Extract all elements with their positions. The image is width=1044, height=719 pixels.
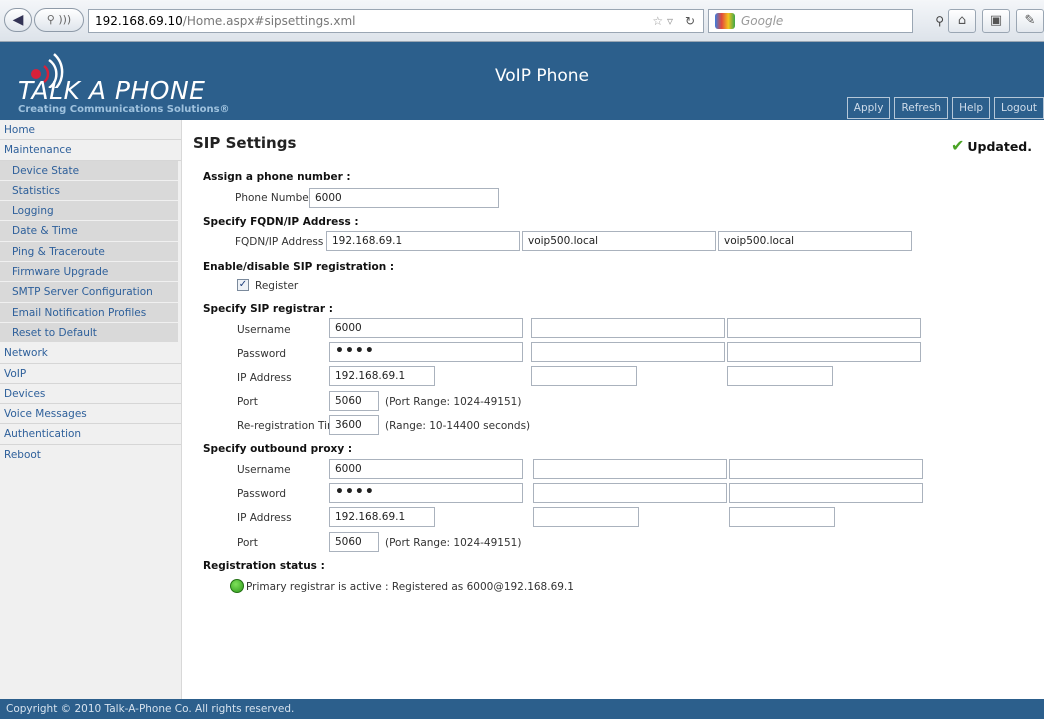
proxy-ip-label: IP Address [237,512,292,524]
header-actions: Apply Refresh Help Logout [843,97,1044,119]
fqdn-input-3[interactable]: voip500.local [718,231,912,251]
status-indicator: ✔ Updated. [951,136,1032,155]
app-title: VoIP Phone [494,66,590,86]
registrar-ip-label: IP Address [237,372,292,384]
apply-button[interactable]: Apply [846,97,891,119]
fqdn-input-1[interactable]: 192.168.69.1 [326,231,520,251]
url-host: 192.168.69.10 [95,14,183,28]
proxy-port-input[interactable]: 5060 [329,532,379,552]
sidebar-nav: Home Maintenance Device State Statistics… [0,120,182,699]
sidebar-item-maintenance[interactable]: Maintenance [0,140,181,161]
sidebar-item-devices[interactable]: Devices [0,384,181,405]
section-registration-heading: Enable/disable SIP registration : [203,261,395,273]
sidebar-item-reset-default[interactable]: Reset to Default [0,322,178,344]
back-button[interactable]: ◀ [4,8,32,32]
sidebar-item-network[interactable]: Network [0,343,181,364]
main-content: SIP Settings ✔ Updated. Assign a phone nu… [183,120,1044,699]
registrar-password-input-2[interactable] [531,342,725,362]
status-ok-icon [230,579,244,593]
sidebar-item-reboot[interactable]: Reboot [0,445,181,465]
sidebar-item-smtp-server[interactable]: SMTP Server Configuration [0,282,178,303]
reload-icon[interactable]: ↻ [685,10,695,32]
google-icon [715,13,735,29]
registrar-ip-input-2[interactable] [531,366,637,386]
registrar-username-input-1[interactable]: 6000 [329,318,523,338]
rereg-time-label: Re-registration Time [237,420,344,432]
sidebar-item-voice-messages[interactable]: Voice Messages [0,404,181,425]
fqdn-label: FQDN/IP Address [235,236,324,248]
identity-button[interactable]: ⚲ ))) [34,8,84,32]
bookmark-star-icon[interactable]: ☆ ▿ [652,10,673,32]
registrar-username-label: Username [237,324,291,336]
phone-number-input[interactable]: 6000 [309,188,499,208]
sidebar-item-firmware-upgrade[interactable]: Firmware Upgrade [0,262,178,283]
brand-tagline: Creating Communications Solutions® [18,104,230,115]
proxy-password-input-2[interactable] [533,483,727,503]
registrar-password-label: Password [237,348,287,360]
fqdn-input-2[interactable]: voip500.local [522,231,716,251]
registrar-port-label: Port [237,396,258,408]
checkmark-icon: ✔ [950,136,965,155]
section-status-heading: Registration status : [203,560,325,572]
status-text: Updated. [967,139,1032,154]
proxy-password-label: Password [237,488,287,500]
register-checkbox[interactable]: ✓ [237,279,249,291]
sidebar-item-voip[interactable]: VoIP [0,364,181,384]
proxy-ip-input-2[interactable] [533,507,639,527]
search-placeholder: Google [741,14,784,28]
registrar-ip-input-1[interactable]: 192.168.69.1 [329,366,435,386]
register-label: Register [255,280,299,292]
refresh-button[interactable]: Refresh [894,97,949,119]
proxy-username-input-1[interactable]: 6000 [329,459,523,479]
section-proxy-heading: Specify outbound proxy : [203,443,353,455]
sidebar-item-ping-traceroute[interactable]: Ping & Traceroute [0,241,178,263]
sidebar-item-authentication[interactable]: Authentication [0,424,181,445]
search-icon[interactable]: ⚲ [935,10,944,32]
footer: Copyright © 2010 Talk-A-Phone Co. All ri… [0,699,1044,719]
sidebar-item-statistics[interactable]: Statistics [0,180,178,202]
section-registrar-heading: Specify SIP registrar : [203,303,333,315]
home-icon[interactable]: ⌂ [948,9,976,33]
bookmarks-icon[interactable]: ▣ [982,9,1010,33]
registration-status-text: Primary registrar is active : Registered… [246,581,574,593]
proxy-ip-input-3[interactable] [729,507,835,527]
sidebar-item-home[interactable]: Home [0,120,181,141]
registrar-port-range-hint: (Port Range: 1024-49151) [385,396,522,408]
address-bar[interactable]: 192.168.69.10/Home.aspx#sipsettings.xml ☆… [88,9,704,33]
registrar-port-input[interactable]: 5060 [329,391,379,411]
proxy-ip-input-1[interactable]: 192.168.69.1 [329,507,435,527]
sidebar-item-logging[interactable]: Logging [0,201,178,222]
registrar-username-input-3[interactable] [727,318,921,338]
section-fqdn-heading: Specify FQDN/IP Address : [203,216,359,228]
browser-toolbar: ◀ ⚲ ))) 192.168.69.10/Home.aspx#sipsetti… [0,0,1044,42]
proxy-password-input-1[interactable]: •••• [329,483,523,503]
rereg-range-hint: (Range: 10-14400 seconds) [385,420,531,432]
registrar-password-input-1[interactable]: •••• [329,342,523,362]
url-path: /Home.aspx#sipsettings.xml [182,14,356,28]
help-button[interactable]: Help [952,97,991,119]
sidebar-item-email-notification[interactable]: Email Notification Profiles [0,302,178,323]
search-input[interactable]: Google ⚲ [708,9,944,33]
proxy-username-input-2[interactable] [533,459,727,479]
registrar-ip-input-3[interactable] [727,366,833,386]
section-assign-heading: Assign a phone number : [203,171,351,183]
proxy-username-input-3[interactable] [729,459,923,479]
proxy-port-range-hint: (Port Range: 1024-49151) [385,537,522,549]
proxy-port-label: Port [237,537,258,549]
proxy-username-label: Username [237,464,291,476]
registrar-username-input-2[interactable] [531,318,725,338]
addon-icon[interactable]: ✎ [1016,9,1044,33]
proxy-password-input-3[interactable] [729,483,923,503]
phone-number-label: Phone Number [235,192,314,204]
rereg-time-input[interactable]: 3600 [329,415,379,435]
sidebar-item-device-state[interactable]: Device State [0,160,178,181]
logout-button[interactable]: Logout [994,97,1044,119]
page-title: SIP Settings [193,134,297,152]
registrar-password-input-3[interactable] [727,342,921,362]
sidebar-item-date-time[interactable]: Date & Time [0,221,178,242]
